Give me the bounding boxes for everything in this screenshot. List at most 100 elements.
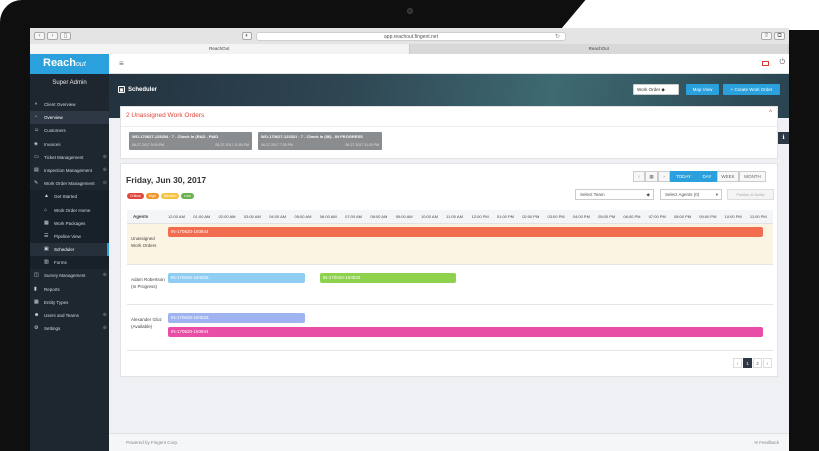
sidebar-item-entity-types[interactable]: ▦ Entity Types [30, 296, 109, 309]
expand-icon[interactable]: ⊕ [103, 269, 107, 282]
back-icon[interactable]: ‹ [34, 32, 45, 40]
expand-icon[interactable]: ⊕ [103, 151, 107, 164]
expand-icon[interactable]: ⊕ [103, 322, 107, 335]
sidebar-item-overview[interactable]: ◔ Overview [30, 111, 109, 125]
work-order-bar[interactable]: IN-170620-193844 [168, 327, 763, 337]
device: ‹ › ▯ ◐ app.reachout.fingent.net ↻ ⇧ ⧉ R… [0, 0, 819, 451]
week-view-button[interactable]: WEEK [717, 171, 739, 182]
sidebar-item-settings[interactable]: ⚙ Settings ⊕ [30, 322, 109, 335]
camera-icon [407, 8, 413, 14]
reload-icon[interactable]: ↻ [555, 33, 560, 41]
sidebar-item-forms[interactable]: ▥ Forms [30, 256, 109, 270]
user-role: Super Admin [52, 80, 87, 86]
tabs-icon[interactable]: ⧉ [774, 32, 785, 40]
sidebar-item-label: Get Started [54, 194, 78, 200]
month-view-button[interactable]: MONTH [739, 171, 766, 182]
hour-label: 03:00 PM [547, 214, 565, 219]
work-order-bar[interactable]: IN-170620-193844 [168, 227, 763, 237]
priority-legend: Critical High Medium Low [127, 193, 194, 199]
today-button[interactable]: TODAY [670, 171, 697, 182]
sidebar-item-customers[interactable]: ☺ Customers [30, 124, 109, 137]
hour-label: 10:00 PM [724, 214, 742, 219]
address-bar[interactable]: app.reachout.fingent.net ↻ [256, 32, 566, 41]
sidebar-item-label: Invoices [44, 141, 61, 147]
work-order-bar[interactable]: IN-170620-184833 [168, 313, 305, 323]
logo-bar: Reachout [30, 54, 109, 74]
page-title: ▦ Scheduler [118, 86, 158, 94]
sidebar-item-label: Users and Teams [44, 313, 79, 318]
expand-icon[interactable]: ⊕ [103, 309, 107, 322]
sidebar-item-label: Customers [44, 128, 66, 134]
privacy-icon[interactable]: ◐ [242, 32, 252, 40]
info-tab[interactable]: ℹ [778, 132, 789, 144]
sidebar-nav: ◑ Client Overview ◔ Overview ☺ Customers ◈ Invo… [30, 98, 109, 335]
sidebar-item-label: Overview [44, 115, 63, 121]
chat-icon: ◫ [34, 272, 39, 279]
sidebar-item-get-started[interactable]: ▲ Get Started [30, 190, 109, 204]
legend-high: High [145, 193, 159, 199]
agent-label: Adam Robertson (In Progress) [131, 277, 165, 289]
team-select[interactable]: Select Team ◆ [575, 189, 654, 200]
agents-select[interactable]: Select Agents (0) ▾ [660, 189, 722, 200]
power-icon[interactable]: ⏻ [779, 59, 785, 67]
sidebar-item-reports[interactable]: ▮ Reports [30, 283, 109, 296]
work-order-bar[interactable]: IN-170620-184833 [168, 273, 305, 283]
hour-label: 09:00 AM [395, 214, 413, 219]
page-next[interactable]: › [763, 358, 772, 368]
day-view-button[interactable]: DAY [697, 171, 717, 182]
calendar-icon: ▣ [44, 246, 49, 253]
browser-tab-2[interactable]: ReachOut [409, 44, 789, 54]
share-icon[interactable]: ⇧ [761, 32, 772, 40]
hour-label: 04:00 AM [269, 214, 287, 219]
collapse-icon[interactable]: ^ [769, 110, 772, 116]
page-prev[interactable]: ‹ [733, 358, 742, 368]
page-1[interactable]: 1 [743, 358, 752, 368]
page-2[interactable]: 2 [753, 358, 762, 368]
sidebar-item-scheduler[interactable]: ▣ Scheduler [30, 243, 109, 257]
prev-day-button[interactable]: ‹ [633, 171, 645, 182]
schedule-row: Adam Robertson (In Progress) IN-170620-18… [127, 265, 773, 305]
sidebar-item-work-packages[interactable]: ▦ Work Packages [30, 216, 109, 230]
sidebar-item-work-order-management[interactable]: ✎ Work Order Management ⊖ [30, 177, 109, 190]
sidebar-item-inspection-management[interactable]: ▤ Inspection Management ⊕ [30, 164, 109, 177]
money-icon: ◈ [34, 140, 38, 147]
sidebar-item-label: Pipeline View [54, 233, 81, 239]
hour-label: 05:00 AM [294, 214, 312, 219]
sidebar-item-label: Reports [44, 286, 60, 292]
work-order-select[interactable]: Work Order ◆ [633, 84, 679, 95]
hamburger-icon[interactable]: ≡ [119, 59, 124, 68]
hour-label: 01:00 PM [496, 214, 515, 219]
flag-icon[interactable] [762, 61, 769, 66]
app-logo[interactable]: Reachout [43, 57, 86, 69]
work-order-card[interactable]: WO-170627-123321 · 7 - Check In (56) - I… [258, 132, 382, 150]
calendar-picker-button[interactable]: ▦ [645, 171, 658, 182]
hour-label: 07:00 PM [648, 214, 666, 219]
grid-icon: ▦ [34, 298, 39, 305]
create-work-order-button[interactable]: + Create Work Order [723, 84, 780, 95]
work-order-card[interactable]: WO-170627-125254 · 7 - Check In (RAD - P… [129, 132, 252, 150]
browser-tab-1[interactable]: ReachOut [30, 44, 410, 54]
hour-label: 12:00 PM [471, 214, 489, 219]
sidebar-item-invoices[interactable]: ◈ Invoices [30, 138, 109, 151]
publish-notify-button[interactable]: Publish & Notify [727, 189, 774, 200]
hour-label: 10:00 AM [421, 214, 438, 219]
sidebar-item-work-order-home[interactable]: ⌂ Work Order Home [30, 203, 109, 217]
sidebar-toggle-icon[interactable]: ▯ [60, 32, 71, 40]
url-text: app.reachout.fingent.net [384, 34, 438, 40]
sidebar-item-pipeline-view[interactable]: ☰ Pipeline View [30, 229, 109, 244]
next-day-button[interactable]: › [658, 171, 670, 182]
forward-icon[interactable]: › [47, 32, 58, 40]
expand-icon[interactable]: ⊖ [103, 177, 107, 190]
feedback-link[interactable]: ✉ Feedback [754, 440, 779, 446]
hour-label: 11:00 AM [446, 214, 463, 219]
sidebar-item-label: Forms [54, 260, 67, 266]
sidebar-item-client-overview[interactable]: ◑ Client Overview [30, 98, 109, 111]
powered-by: Powered by Fingent Corp. [126, 440, 179, 445]
expand-icon[interactable]: ⊕ [103, 164, 107, 177]
sidebar-item-ticket-management[interactable]: ▭ Ticket Management ⊕ [30, 151, 109, 164]
work-order-bar[interactable]: IN-170620-184833 [319, 273, 457, 283]
sidebar-item-label: Client Overview [44, 102, 76, 107]
sidebar-item-users-and-teams[interactable]: ☻ Users and Teams ⊕ [30, 309, 109, 322]
map-view-button[interactable]: Map View [686, 84, 719, 95]
sidebar-item-survey-management[interactable]: ◫ Survey Management ⊕ [30, 269, 109, 282]
